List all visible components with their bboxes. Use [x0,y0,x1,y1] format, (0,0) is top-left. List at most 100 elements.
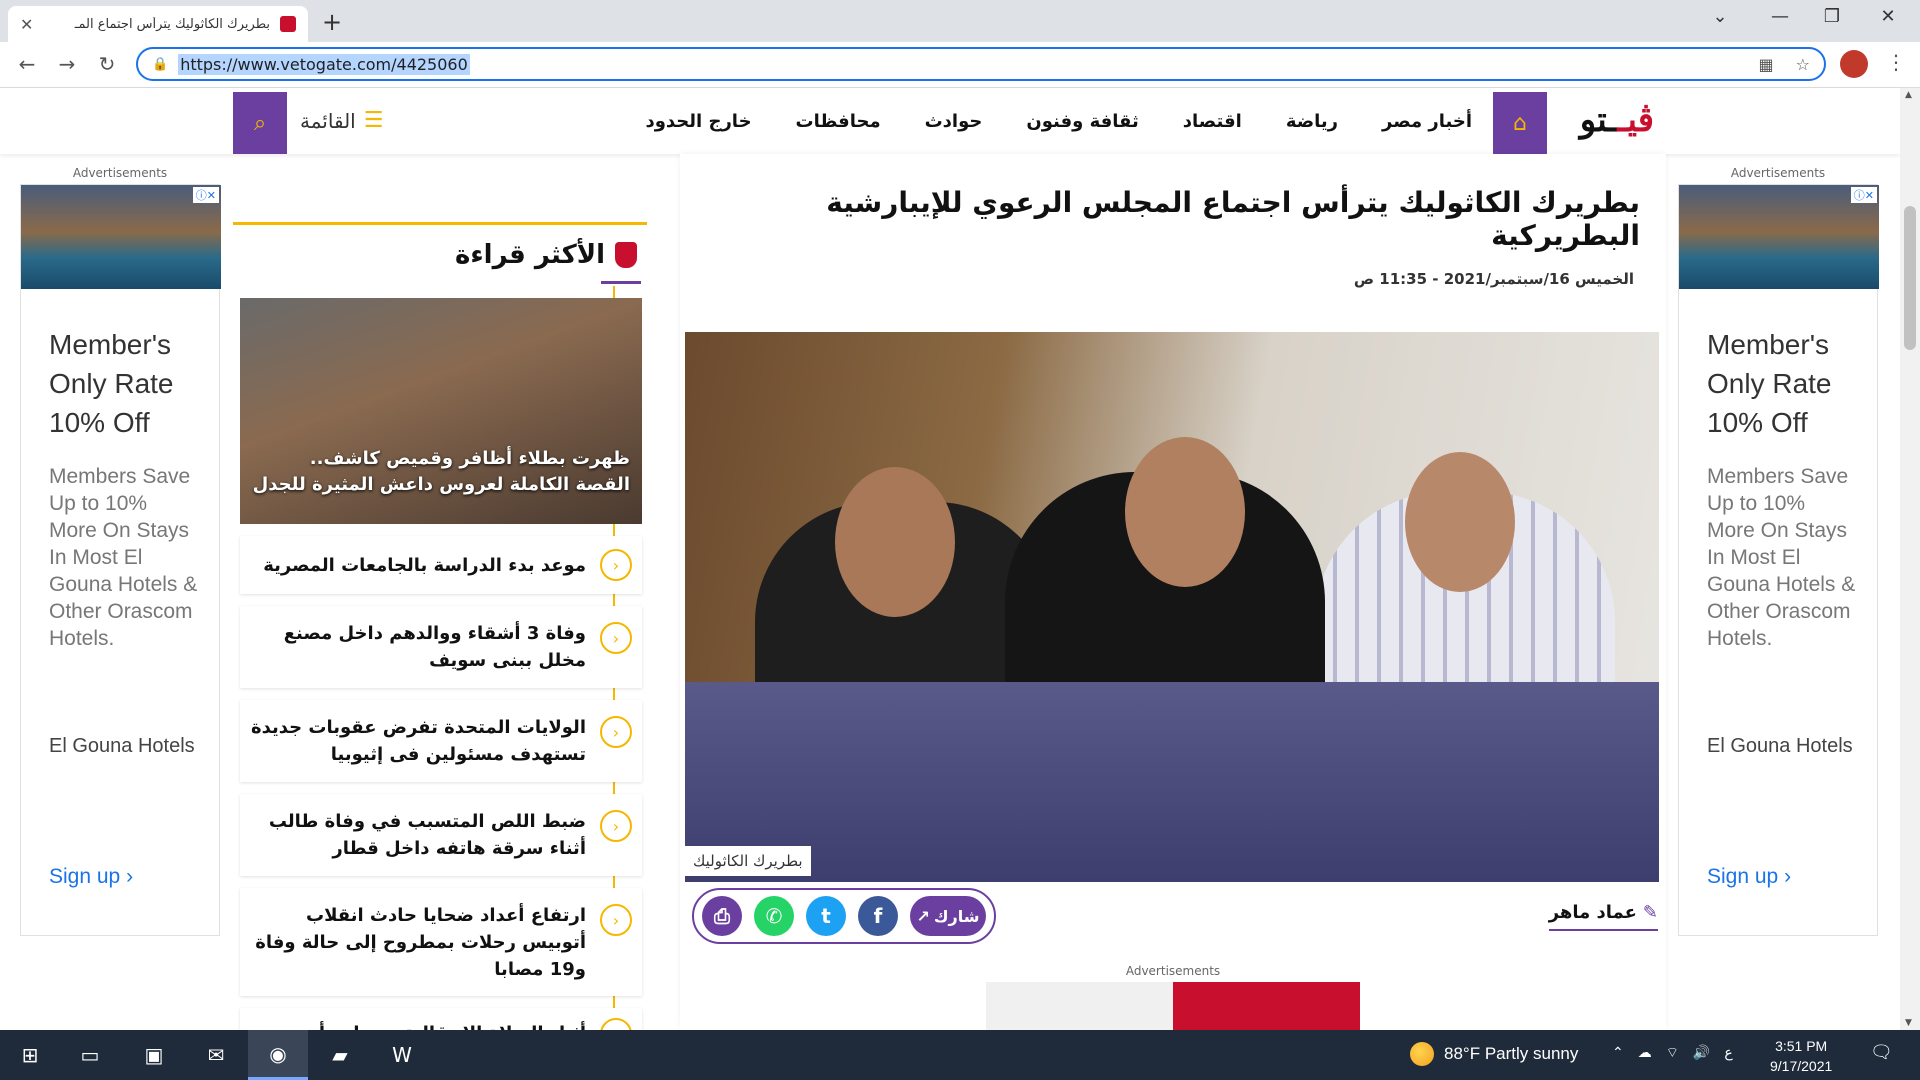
chevron-left-icon: ‹ [600,622,632,654]
article-date: الخميس 16/سبتمبر/2021 - 11:35 ص [1353,270,1634,288]
cloud-icon[interactable]: ☁ [1638,1044,1652,1062]
language-indicator[interactable]: ع [1724,1044,1732,1062]
nav-economy[interactable]: اقتصاد [1183,111,1242,132]
nav-sports[interactable]: رياضة [1286,111,1338,132]
list-item[interactable]: ‹ ارتفاع أعداد ضحايا حادث انقلاب أتوبيس … [240,888,642,996]
twitter-icon[interactable]: t [806,896,846,936]
system-tray: ⌃ ☁ ⌔ 🔊 ع [1612,1044,1733,1062]
taskbar-app[interactable]: ✉ [186,1030,246,1080]
share-bar: ⎙ ✆ t f شارك ↗ [692,888,996,944]
scroll-down-icon[interactable]: ▼ [1905,1018,1912,1028]
article-image[interactable] [685,332,1659,882]
menu-label: القائمة [300,108,356,133]
tab-search-icon[interactable]: ⌄ [1700,6,1740,27]
ad-headline: Member's Only Rate 10% Off [49,329,174,438]
browser-menu-icon[interactable]: ⋮ [1886,50,1906,74]
article-ad-banner[interactable] [986,982,1360,1030]
task-view-button[interactable]: ▭ [60,1030,120,1080]
ad-headline: Member's Only Rate 10% Off [1707,329,1832,438]
ad-label-left: Advertisements [72,166,168,180]
taskbar-app[interactable]: ▰ [310,1030,370,1080]
reload-button[interactable]: ↻ [92,52,122,76]
close-tab-icon[interactable]: ✕ [20,15,33,34]
bookmark-star-icon[interactable]: ☆ [1796,55,1810,74]
taskbar-app[interactable]: ▣ [124,1030,184,1080]
page-scrollbar[interactable]: ▲ ▼ [1900,88,1920,1030]
browser-tab[interactable]: بطريرك الكاثوليك يترأس اجتماع المـ ✕ [8,6,308,42]
list-item[interactable]: ‹ وفاة 3 أشقاء ووالدهم داخل مصنع مخلل بب… [240,606,642,688]
chevron-left-icon: ‹ [600,904,632,936]
article-author[interactable]: ✎ عماد ماهر [1548,902,1658,931]
nav-culture-arts[interactable]: ثقافة وفنون [1026,111,1138,132]
ad-right[interactable]: ⓘ✕ Member's Only Rate 10% Off Members Sa… [1678,184,1879,936]
ad-image: ⓘ✕ [1679,185,1879,289]
search-button[interactable]: ⌕ [233,92,287,154]
chevron-left-icon: ‹ [600,1018,632,1030]
url-text: https://www.vetogate.com/4425060 [178,53,470,75]
weather-text: 88°F Partly sunny [1444,1044,1579,1063]
wifi-icon[interactable]: ⌔ [1666,1044,1679,1062]
ad-choices-icon[interactable]: ⓘ✕ [1850,187,1877,203]
close-window-button[interactable]: ✕ [1868,6,1908,27]
lock-icon[interactable]: 🔒 [152,57,168,72]
folder-icon: ▰ [332,1043,348,1067]
list-item[interactable]: ‹ موعد بدء الدراسة بالجامعات المصرية [240,536,642,594]
maximize-button[interactable]: ❐ [1812,6,1852,27]
most-read-section: الأكثر قراءة ظهرت بطلاء أظافر وقميص كاشف… [233,222,647,1030]
volume-icon[interactable]: 🔊 [1693,1044,1710,1062]
taskbar-clock[interactable]: 3:51 PM 9/17/2021 [1770,1036,1832,1076]
nav-governorates[interactable]: محافظات [796,111,881,132]
browser-address-bar: ← → ↻ 🔒 https://www.vetogate.com/4425060… [0,42,1920,88]
facebook-icon[interactable]: f [858,896,898,936]
list-item[interactable]: ‹ الولايات المتحدة تفرض عقوبات جديدة تست… [240,700,642,782]
list-item[interactable]: ‹ أثناء الصلاة الانتقالية... تعليم أو... [240,1008,642,1030]
tab-title: بطريرك الكاثوليك يترأس اجتماع المـ [74,16,270,32]
mail-icon: ✉ [207,1043,225,1067]
home-button[interactable]: ⌂ [1493,92,1547,154]
ad-left[interactable]: ⓘ✕ Member's Only Rate 10% Off Members Sa… [20,184,221,936]
whatsapp-icon[interactable]: ✆ [754,896,794,936]
word-icon: W [392,1043,412,1067]
menu-button[interactable]: ☰ القائمة [300,108,383,133]
browser-tab-bar: بطريرك الكاثوليك يترأس اجتماع المـ ✕ + ⌄… [0,0,1920,42]
nav-abroad[interactable]: خارج الحدود [645,111,751,132]
nav-egypt-news[interactable]: أخبار مصر [1382,111,1472,132]
share-button[interactable]: شارك ↗ [910,896,986,936]
url-input[interactable]: 🔒 https://www.vetogate.com/4425060 ▦ ☆ [136,47,1826,81]
ad-signup-link[interactable]: Sign up › [1707,865,1791,889]
home-icon: ⌂ [1513,110,1527,136]
profile-avatar[interactable] [1840,50,1868,78]
taskbar-app[interactable]: ◉ [248,1030,308,1080]
scroll-thumb[interactable] [1904,206,1916,350]
featured-story[interactable]: ظهرت بطلاء أظافر وقميص كاشف.. القصة الكا… [240,298,642,524]
author-name: عماد ماهر [1548,902,1637,923]
start-button[interactable]: ⊞ [0,1030,60,1080]
print-icon[interactable]: ⎙ [702,896,742,936]
back-button[interactable]: ← [12,52,42,76]
veto-badge-icon [615,241,637,268]
article-title: بطريرك الكاثوليك يترأس اجتماع المجلس الر… [826,186,1640,252]
list-item[interactable]: ‹ ضبط اللص المتسبب في وفاة طالب أثناء سر… [240,794,642,876]
nav-accidents[interactable]: حوادث [925,111,983,132]
weather-widget[interactable]: 88°F Partly sunny [1410,1042,1578,1066]
site-logo[interactable]: ڤيــتو [1548,96,1654,144]
chevron-left-icon: ‹ [600,549,632,581]
pencil-icon: ✎ [1642,902,1658,923]
minimize-button[interactable]: — [1760,6,1800,27]
ad-signup-link[interactable]: Sign up › [49,865,133,889]
search-icon: ⌕ [253,110,267,136]
taskbar-app[interactable]: W [372,1030,432,1080]
ad-text: Members Save Up to 10% More On Stays In … [49,465,198,650]
site-header: ڤيــتو ⌂ أخبار مصر رياضة اقتصاد ثقافة وف… [0,88,1900,154]
article-ad-label: Advertisements [1125,964,1221,978]
scroll-up-icon[interactable]: ▲ [1905,90,1912,100]
new-tab-button[interactable]: + [322,8,342,36]
share-icon: ↗ [916,906,930,926]
featured-caption: ظهرت بطلاء أظافر وقميص كاشف.. القصة الكا… [252,448,630,495]
qr-code-icon[interactable]: ▦ [1759,55,1774,74]
hamburger-icon: ☰ [363,108,384,133]
notifications-icon[interactable]: 🗨 [1870,1042,1893,1063]
chevron-up-icon[interactable]: ⌃ [1612,1044,1624,1062]
forward-button[interactable]: → [52,52,82,76]
ad-choices-icon[interactable]: ⓘ✕ [192,187,219,203]
